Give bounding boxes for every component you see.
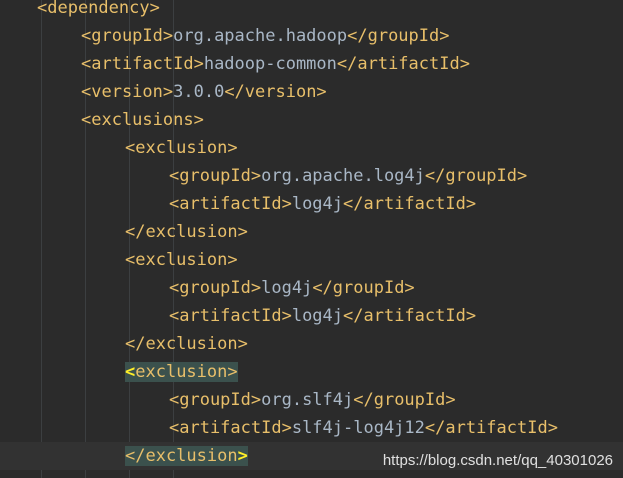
xml-text: log4j [291,194,344,214]
xml-closing-tag: </groupId> [347,26,450,46]
code-line[interactable]: <exclusion> [0,134,623,162]
code-line[interactable]: <artifactId>log4j</artifactId> [0,302,623,330]
xml-tag: <groupId> [81,26,174,46]
xml-tag: </exclusion> [125,222,248,242]
xml-tag: <artifactId> [81,54,204,74]
code-line[interactable]: <version>3.0.0</version> [0,78,623,106]
xml-text: slf4j-log4j12 [291,418,425,438]
xml-closing-tag: </groupId> [312,278,415,298]
xml-tag: <artifactId> [169,306,292,326]
code-line[interactable]: <groupId>org.slf4j</groupId> [0,386,623,414]
xml-tag: <exclusions> [81,110,204,130]
code-line[interactable]: <exclusion> [0,246,623,274]
xml-closing-tag: </groupId> [353,390,456,410]
xml-tag: <exclusion> [125,250,238,270]
code-line[interactable]: <groupId>org.apache.log4j</groupId> [0,162,623,190]
xml-closing-tag: </artifactId> [343,194,477,214]
xml-tag: <groupId> [169,166,262,186]
xml-tag: <artifactId> [169,418,292,438]
xml-tag: <dependency> [37,0,160,18]
code-line[interactable]: <exclusions> [0,106,623,134]
xml-text: org.apache.log4j [261,166,425,186]
watermark: https://blog.csdn.net/qq_40301026 [382,452,613,469]
code-line[interactable]: </exclusion> [0,218,623,246]
code-line[interactable]: <dependency> [0,0,623,22]
xml-closing-tag: </groupId> [424,166,528,186]
code-line[interactable]: <artifactId>slf4j-log4j12</artifactId> [0,414,623,442]
xml-closing-tag: </artifactId> [343,306,477,326]
xml-closing-tag: </artifactId> [424,418,558,438]
xml-closing-tag: </version> [224,82,327,102]
xml-text: log4j [261,278,313,298]
xml-tag: <groupId> [169,390,262,410]
xml-text: org.apache.hadoop [173,26,348,46]
xml-tag: </exclusion> [125,446,248,466]
code-line[interactable]: </exclusion> [0,330,623,358]
code-editor[interactable]: <dependency> <groupId>org.apache.hadoop</… [0,0,623,478]
xml-tag: <artifactId> [169,194,292,214]
xml-closing-tag: </artifactId> [336,54,470,74]
xml-tag: <exclusion> [125,362,238,382]
code-line[interactable]: <groupId>org.apache.hadoop</groupId> [0,22,623,50]
xml-text: hadoop-common [203,54,337,74]
xml-text: log4j [291,306,344,326]
xml-tag: <version> [81,82,174,102]
code-line[interactable]: <exclusion> [0,358,623,386]
xml-tag: <exclusion> [125,138,238,158]
code-line[interactable]: <artifactId>hadoop-common</artifactId> [0,50,623,78]
xml-tag: </exclusion> [125,334,248,354]
xml-text: org.slf4j [261,390,354,410]
xml-tag: <groupId> [169,278,262,298]
xml-text: 3.0.0 [173,82,225,102]
code-line[interactable]: <artifactId>log4j</artifactId> [0,190,623,218]
code-line[interactable]: <groupId>log4j</groupId> [0,274,623,302]
